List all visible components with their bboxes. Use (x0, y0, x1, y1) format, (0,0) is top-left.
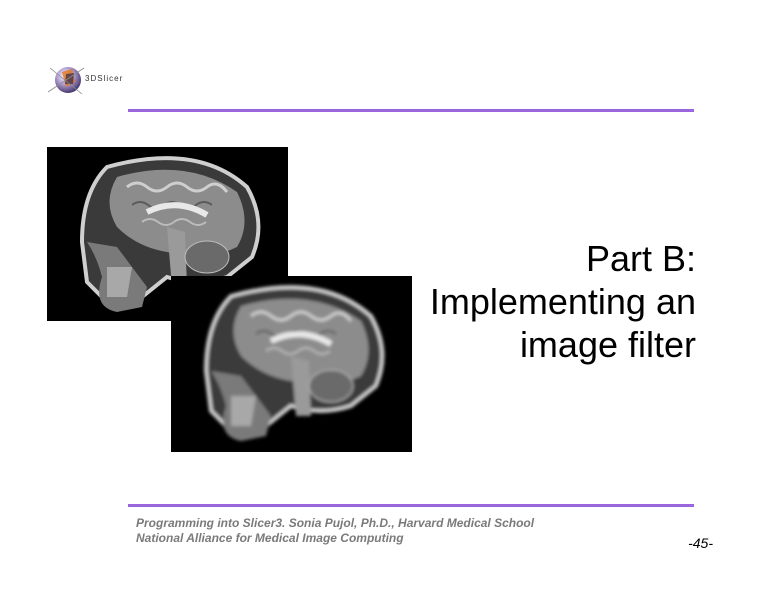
top-divider (128, 109, 694, 112)
footer: Programming into Slicer3. Sonia Pujol, P… (136, 516, 534, 546)
bottom-divider (128, 504, 694, 507)
mri-image-filtered (171, 276, 412, 452)
title-line-3: image filter (519, 324, 696, 365)
footer-line-1: Programming into Slicer3. Sonia Pujol, P… (136, 516, 535, 530)
title-line-1: Part B: (585, 238, 696, 279)
slide: 3DSlicer Part B: Implementing an image f… (0, 0, 776, 600)
slide-title: Part B: Implementing an image filter (430, 237, 696, 366)
title-line-2: Implementing an (429, 281, 696, 322)
page-number: -45- (688, 535, 713, 551)
logo-text: 3DSlicer (85, 74, 124, 83)
footer-line-2: National Alliance for Medical Image Comp… (136, 531, 404, 545)
